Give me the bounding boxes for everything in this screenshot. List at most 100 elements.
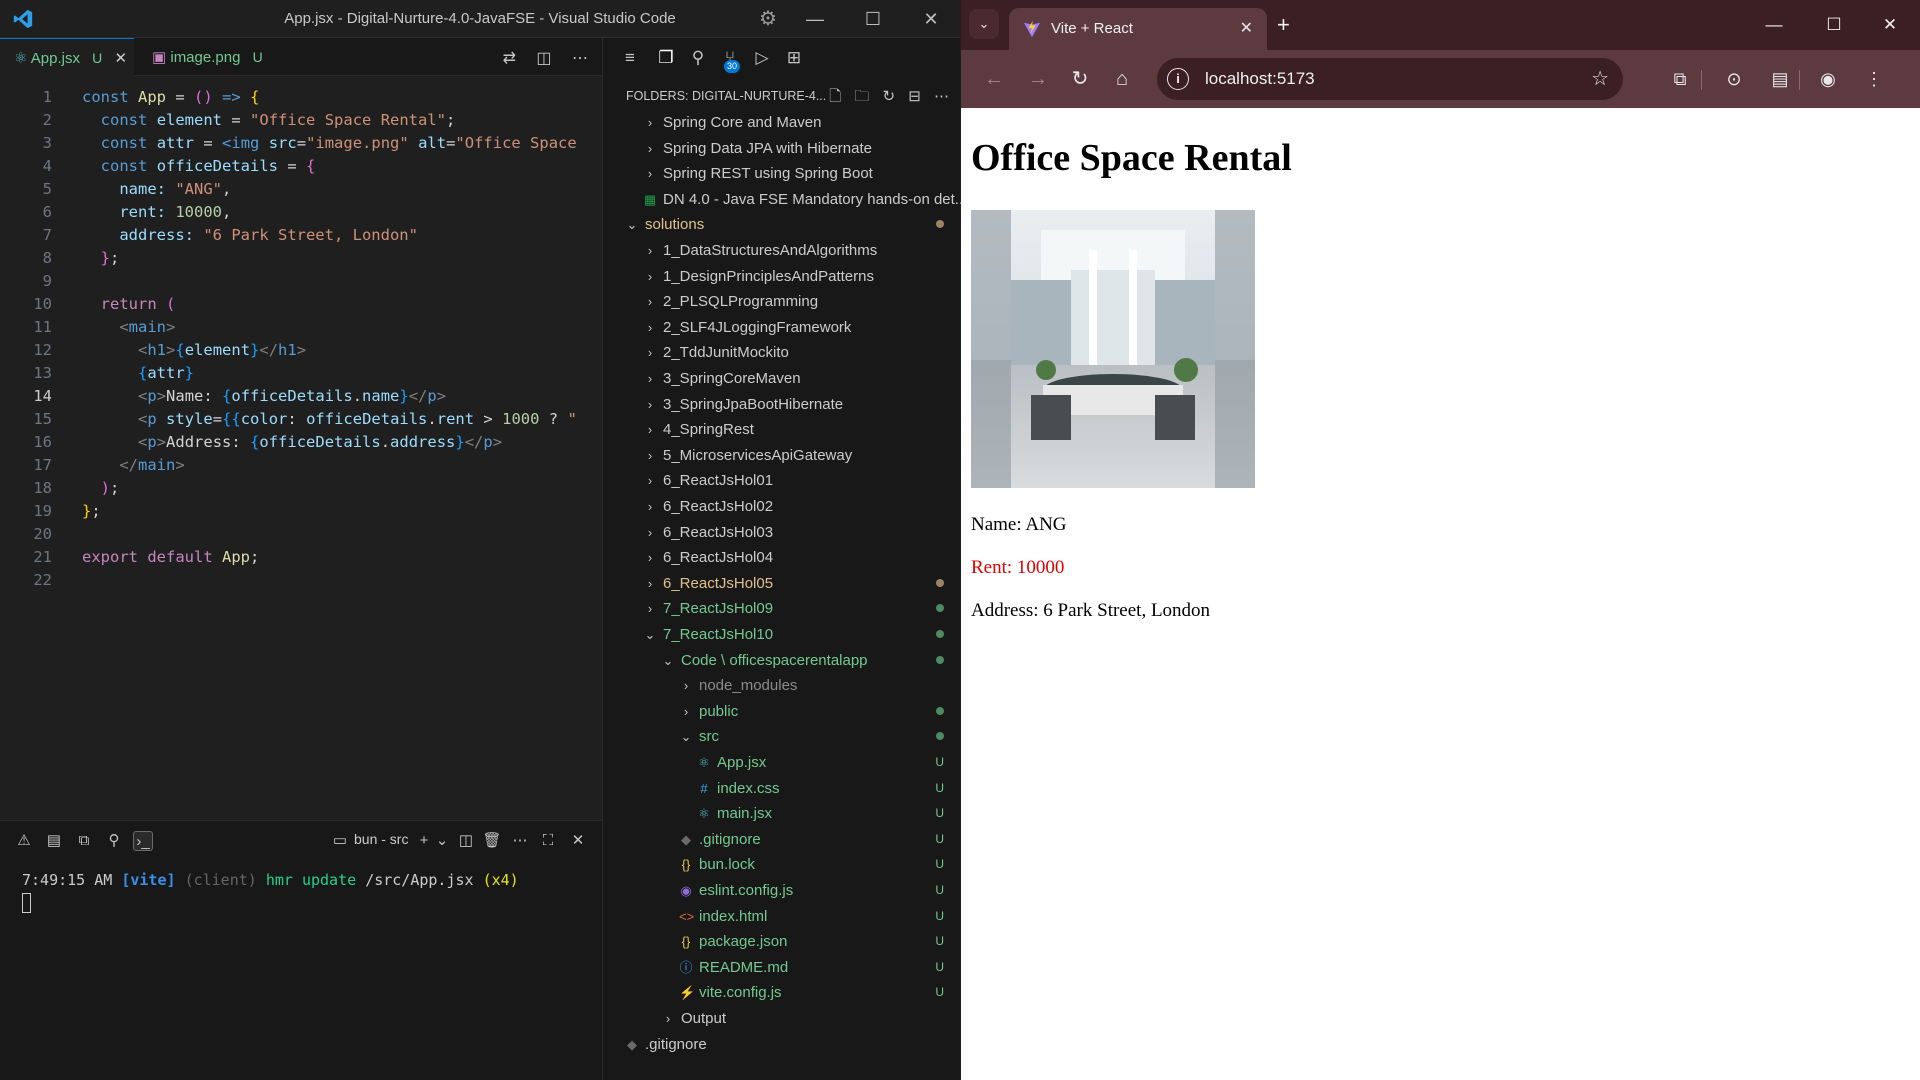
reload-icon[interactable]: ↻ bbox=[1067, 66, 1093, 92]
site-info-icon[interactable]: i bbox=[1167, 68, 1189, 90]
terminal-output[interactable]: 7:49:15 AM [vite] (client) hmr update /s… bbox=[22, 871, 519, 917]
address-bar[interactable]: i localhost:5173 ☆ bbox=[1157, 58, 1623, 100]
maximize-panel-icon[interactable]: ⛶ bbox=[538, 831, 558, 851]
chevron-down-icon[interactable]: ⌄ bbox=[432, 831, 452, 851]
run-debug-icon[interactable]: ▷ bbox=[751, 47, 773, 69]
refresh-icon[interactable]: ↻ bbox=[883, 88, 896, 105]
tree-item[interactable]: <> index.html U bbox=[603, 904, 961, 929]
settings-gear-icon[interactable]: ⚙ bbox=[756, 8, 780, 32]
tree-item[interactable]: ⌄ 7_ReactJsHol10 bbox=[603, 622, 961, 647]
split-editor-icon[interactable]: ◫ bbox=[536, 50, 551, 67]
tree-item[interactable]: ⚛ main.jsx U bbox=[603, 801, 961, 826]
split-terminal-icon[interactable]: ◫ bbox=[456, 831, 476, 851]
chevron-right-icon[interactable]: › bbox=[643, 417, 657, 442]
close-window-button[interactable]: ✕ bbox=[908, 0, 954, 38]
tab-image-png[interactable]: ▣ image.png U bbox=[138, 38, 268, 76]
minimize-button[interactable]: — bbox=[792, 0, 838, 38]
chevron-down-icon[interactable]: ⌄ bbox=[643, 622, 657, 647]
close-window-button[interactable]: ✕ bbox=[1867, 6, 1913, 44]
tree-item[interactable]: ⚡ vite.config.js U bbox=[603, 980, 961, 1005]
chevron-right-icon[interactable]: › bbox=[643, 315, 657, 340]
chevron-right-icon[interactable]: › bbox=[643, 596, 657, 621]
tab-app-jsx[interactable]: ⚛ App.jsx U ✕ bbox=[0, 38, 134, 76]
chevron-right-icon[interactable]: › bbox=[679, 699, 693, 724]
tree-item[interactable]: › 6_ReactJsHol02 bbox=[603, 494, 961, 519]
trash-icon[interactable]: 🗑 bbox=[482, 831, 502, 851]
tree-item[interactable]: ⓘ README.md U bbox=[603, 955, 961, 980]
tree-item[interactable]: › 6_ReactJsHol04 bbox=[603, 545, 961, 570]
chevron-right-icon[interactable]: › bbox=[643, 494, 657, 519]
minimize-button[interactable]: — bbox=[1751, 6, 1797, 44]
menu-kebab-icon[interactable]: ⋮ bbox=[1861, 66, 1887, 92]
tree-item[interactable]: ⌄ Code \ officespacerentalapp bbox=[603, 648, 961, 673]
tree-item[interactable]: › 7_ReactJsHol09 bbox=[603, 596, 961, 621]
more-actions-icon[interactable]: ⋯ bbox=[572, 50, 588, 67]
tree-item[interactable]: › Spring Core and Maven bbox=[603, 110, 961, 135]
home-icon[interactable]: ⌂ bbox=[1109, 66, 1135, 92]
maximize-button[interactable]: ☐ bbox=[850, 0, 896, 38]
chevron-right-icon[interactable]: › bbox=[643, 392, 657, 417]
tree-item[interactable]: › 3_SpringCoreMaven bbox=[603, 366, 961, 391]
tab-search-button[interactable]: ⌄ bbox=[969, 9, 999, 39]
tree-item[interactable]: › 4_SpringRest bbox=[603, 417, 961, 442]
search-icon[interactable]: ⚲ bbox=[687, 47, 709, 69]
extensions-icon[interactable]: ⊞ bbox=[783, 47, 805, 69]
chevron-right-icon[interactable]: › bbox=[643, 340, 657, 365]
back-icon[interactable]: ← bbox=[981, 66, 1007, 92]
url-text[interactable]: localhost:5173 bbox=[1205, 69, 1315, 89]
output-icon[interactable]: ▤ bbox=[44, 831, 64, 851]
tree-item[interactable]: ⌄ src bbox=[603, 724, 961, 749]
tree-item[interactable]: › 3_SpringJpaBootHibernate bbox=[603, 392, 961, 417]
tree-item[interactable]: › Spring REST using Spring Boot bbox=[603, 161, 961, 186]
close-tab-icon[interactable]: ✕ bbox=[114, 50, 127, 67]
tree-item[interactable]: › Spring Data JPA with Hibernate bbox=[603, 136, 961, 161]
tree-item[interactable]: › Output bbox=[603, 1006, 961, 1031]
tree-item[interactable]: › 6_ReactJsHol01 bbox=[603, 468, 961, 493]
reading-list-icon[interactable]: ▤ bbox=[1767, 66, 1793, 92]
tree-item[interactable]: ⌄ solutions bbox=[603, 212, 961, 237]
code-editor[interactable]: 1 const App = () => { 2 const element = "… bbox=[0, 86, 602, 592]
chevron-right-icon[interactable]: › bbox=[643, 289, 657, 314]
tree-item[interactable]: ◉ eslint.config.js U bbox=[603, 878, 961, 903]
new-file-icon[interactable]: 🗋 bbox=[829, 88, 841, 105]
chevron-right-icon[interactable]: › bbox=[643, 545, 657, 570]
tree-item[interactable]: › 1_DataStructuresAndAlgorithms bbox=[603, 238, 961, 263]
chevron-right-icon[interactable]: › bbox=[643, 520, 657, 545]
debug-console-icon[interactable]: ⚲ bbox=[104, 831, 124, 851]
chevron-right-icon[interactable]: › bbox=[643, 366, 657, 391]
chevron-down-icon[interactable]: ⌄ bbox=[661, 648, 675, 673]
profile-avatar[interactable]: ◉ bbox=[1815, 66, 1841, 92]
tree-item[interactable]: {} bun.lock U bbox=[603, 852, 961, 877]
chevron-down-icon[interactable]: ⌄ bbox=[625, 212, 639, 237]
chevron-right-icon[interactable]: › bbox=[643, 443, 657, 468]
tree-item[interactable]: › 6_ReactJsHol03 bbox=[603, 520, 961, 545]
compare-changes-icon[interactable]: ⇄ bbox=[503, 50, 516, 67]
browser-tab[interactable]: Vite + React ✕ bbox=[1009, 8, 1267, 50]
explorer-icon[interactable]: ❐ bbox=[655, 47, 677, 69]
new-tab-button[interactable]: + bbox=[1277, 12, 1290, 38]
tree-item[interactable]: # index.css U bbox=[603, 776, 961, 801]
chevron-down-icon[interactable]: ⌄ bbox=[679, 724, 693, 749]
chevron-right-icon[interactable]: › bbox=[643, 238, 657, 263]
bookmark-star-icon[interactable]: ☆ bbox=[1591, 66, 1609, 91]
chevron-right-icon[interactable]: › bbox=[661, 1006, 675, 1031]
maximize-button[interactable]: ☐ bbox=[1811, 6, 1857, 44]
tree-item[interactable]: › public bbox=[603, 699, 961, 724]
extensions-icon[interactable]: ⧉ bbox=[1667, 66, 1693, 92]
ports-icon[interactable]: ⧉ bbox=[74, 831, 94, 851]
tree-item[interactable]: › 1_DesignPrinciplesAndPatterns bbox=[603, 264, 961, 289]
tree-item[interactable]: › 2_PLSQLProgramming bbox=[603, 289, 961, 314]
tree-item[interactable]: › node_modules bbox=[603, 673, 961, 698]
chevron-right-icon[interactable]: › bbox=[643, 110, 657, 135]
chevron-right-icon[interactable]: › bbox=[643, 468, 657, 493]
collapse-all-icon[interactable]: ⊟ bbox=[908, 88, 921, 105]
chevron-right-icon[interactable]: › bbox=[643, 264, 657, 289]
chevron-right-icon[interactable]: › bbox=[643, 571, 657, 596]
close-panel-icon[interactable]: ✕ bbox=[568, 831, 588, 851]
screenshot-icon[interactable]: ⊙ bbox=[1721, 66, 1747, 92]
tree-item[interactable]: › 2_TddJunitMockito bbox=[603, 340, 961, 365]
tree-item[interactable]: › 5_MicroservicesApiGateway bbox=[603, 443, 961, 468]
forward-icon[interactable]: → bbox=[1025, 66, 1051, 92]
terminal-icon[interactable]: ›_ bbox=[133, 831, 153, 851]
more-icon[interactable]: ⋯ bbox=[510, 831, 530, 851]
